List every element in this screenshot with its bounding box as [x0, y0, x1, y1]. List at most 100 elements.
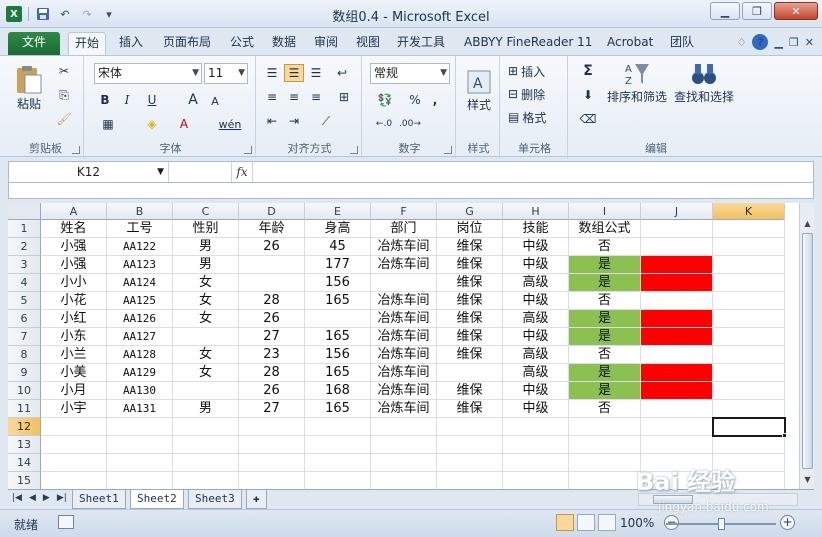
alignment-launcher-icon[interactable]	[350, 146, 358, 154]
cell-f4[interactable]	[371, 274, 437, 292]
cell-i2[interactable]: 否	[569, 238, 641, 256]
help-icon[interactable]: ?	[752, 34, 769, 50]
scroll-thumb[interactable]	[802, 233, 813, 469]
cell-f6[interactable]: 冶炼车间	[371, 310, 437, 328]
cell-a14[interactable]	[41, 454, 107, 472]
cell-a4[interactable]: 小小	[41, 274, 107, 292]
cell-c1[interactable]: 性别	[173, 220, 239, 238]
row-header-12[interactable]: 12	[8, 418, 41, 436]
cell-h1[interactable]: 技能	[503, 220, 569, 238]
cell-j7[interactable]	[641, 328, 713, 346]
cell-c13[interactable]	[173, 436, 239, 454]
tab-view[interactable]: 视图	[350, 32, 386, 55]
tab-home[interactable]: 开始	[68, 32, 107, 55]
column-header-e[interactable]: E	[305, 203, 371, 220]
cell-i7[interactable]: 是	[569, 328, 641, 346]
cell-j8[interactable]	[641, 346, 713, 364]
font-name-combo[interactable]: 宋体 ▼	[94, 63, 202, 84]
cell-d2[interactable]: 26	[239, 238, 305, 256]
cell-a8[interactable]: 小兰	[41, 346, 107, 364]
cell-i11[interactable]: 否	[569, 400, 641, 418]
insert-cells-button[interactable]: ⊞ 插入	[508, 61, 545, 81]
page-layout-view-icon[interactable]	[577, 514, 595, 531]
cell-e4[interactable]: 156	[305, 274, 371, 292]
cell-f3[interactable]: 冶炼车间	[371, 256, 437, 274]
cell-b9[interactable]: AA129	[107, 364, 173, 382]
cell-j2[interactable]	[641, 238, 713, 256]
cell-a9[interactable]: 小美	[41, 364, 107, 382]
column-header-f[interactable]: F	[371, 203, 437, 220]
cell-d11[interactable]: 27	[239, 400, 305, 418]
cell-b4[interactable]: AA124	[107, 274, 173, 292]
cell-h2[interactable]: 中级	[503, 238, 569, 256]
cell-k14[interactable]	[713, 454, 785, 472]
cell-c6[interactable]: 女	[173, 310, 239, 328]
cell-j9[interactable]	[641, 364, 713, 382]
cell-f7[interactable]: 冶炼车间	[371, 328, 437, 346]
percent-button[interactable]: %	[406, 90, 424, 110]
format-painter-icon[interactable]: 🖌	[54, 110, 74, 128]
cell-c9[interactable]: 女	[173, 364, 239, 382]
cell-h9[interactable]: 高级	[503, 364, 569, 382]
cell-b13[interactable]	[107, 436, 173, 454]
cell-g7[interactable]: 维保	[437, 328, 503, 346]
cell-h15[interactable]	[503, 472, 569, 489]
cell-e15[interactable]	[305, 472, 371, 489]
cell-e2[interactable]: 45	[305, 238, 371, 256]
tab-acrobat[interactable]: Acrobat	[601, 32, 659, 55]
cell-b12[interactable]	[107, 418, 173, 436]
row-header-3[interactable]: 3	[8, 256, 41, 274]
horizontal-scrollbar[interactable]	[638, 493, 798, 506]
cell-e3[interactable]: 177	[305, 256, 371, 274]
prev-sheet-icon[interactable]: ◀	[29, 493, 36, 503]
column-header-b[interactable]: B	[107, 203, 173, 220]
align-top-icon[interactable]: ☰	[262, 64, 282, 82]
cell-c5[interactable]: 女	[173, 292, 239, 310]
minimize-button[interactable]: ▁	[710, 2, 740, 20]
tab-abbyy[interactable]: ABBYY FineReader 11	[458, 32, 598, 55]
cell-j3[interactable]	[641, 256, 713, 274]
cell-g4[interactable]: 维保	[437, 274, 503, 292]
cell-b2[interactable]: AA122	[107, 238, 173, 256]
increase-indent-icon[interactable]: ⇥	[284, 112, 304, 130]
cell-b6[interactable]: AA126	[107, 310, 173, 328]
doc-minimize-icon[interactable]: ▁	[774, 36, 782, 49]
clear-icon[interactable]: ⌫	[576, 110, 600, 128]
cell-k13[interactable]	[713, 436, 785, 454]
cell-d6[interactable]: 26	[239, 310, 305, 328]
cell-d9[interactable]: 28	[239, 364, 305, 382]
cell-e1[interactable]: 身高	[305, 220, 371, 238]
cell-k1[interactable]	[713, 220, 785, 238]
close-button[interactable]: ✕	[774, 2, 818, 20]
insert-sheet-icon[interactable]: ✚	[246, 490, 267, 509]
phonetic-button[interactable]: wén	[214, 114, 246, 134]
cell-i14[interactable]	[569, 454, 641, 472]
cell-d10[interactable]: 26	[239, 382, 305, 400]
cell-b1[interactable]: 工号	[107, 220, 173, 238]
cell-f14[interactable]	[371, 454, 437, 472]
cell-i1[interactable]: 数组公式	[569, 220, 641, 238]
styles-button[interactable]: A 样式	[460, 60, 498, 122]
tab-data[interactable]: 数据	[266, 32, 302, 55]
row-header-8[interactable]: 8	[8, 346, 41, 364]
sheet-tab-1[interactable]: Sheet1	[72, 490, 126, 509]
cell-i5[interactable]: 否	[569, 292, 641, 310]
sort-filter-button[interactable]: AZ 排序和筛选	[606, 60, 668, 122]
column-header-g[interactable]: G	[437, 203, 503, 220]
row-header-14[interactable]: 14	[8, 454, 41, 472]
formula-input[interactable]	[255, 162, 813, 182]
currency-icon[interactable]: 💱	[372, 90, 398, 110]
cell-a5[interactable]: 小花	[41, 292, 107, 310]
cell-e7[interactable]: 165	[305, 328, 371, 346]
cell-h4[interactable]: 高级	[503, 274, 569, 292]
cell-g10[interactable]: 维保	[437, 382, 503, 400]
cell-a3[interactable]: 小强	[41, 256, 107, 274]
bold-button[interactable]: B	[96, 90, 114, 110]
cell-c14[interactable]	[173, 454, 239, 472]
cell-j10[interactable]	[641, 382, 713, 400]
cell-j1[interactable]	[641, 220, 713, 238]
vertical-scrollbar[interactable]: ▲ ▼	[799, 203, 814, 489]
cut-icon[interactable]: ✂	[54, 62, 74, 80]
cell-b8[interactable]: AA128	[107, 346, 173, 364]
cell-b15[interactable]	[107, 472, 173, 489]
